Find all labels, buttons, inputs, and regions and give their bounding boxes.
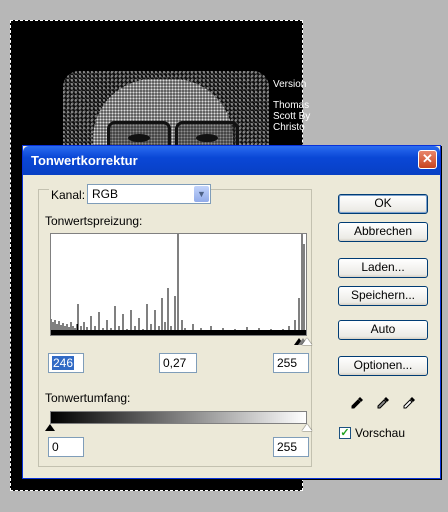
histogram-graph <box>50 234 306 335</box>
output-white-handle[interactable] <box>302 424 312 431</box>
channel-label: Kanal: <box>49 188 88 202</box>
input-levels-label: Tonwertspreizung: <box>45 214 143 228</box>
credits-text: Version Thomas Scott By Christo <box>273 79 310 133</box>
preview-label[interactable]: Vorschau <box>355 426 405 440</box>
gray-eyedropper-icon[interactable] <box>375 395 391 411</box>
auto-button[interactable]: Auto <box>338 320 428 340</box>
levels-dialog: Tonwertkorrektur ✕ Kanal: RGB ▼ Tonwerts… <box>22 145 441 479</box>
channel-select[interactable]: RGB ▼ <box>87 184 211 204</box>
credit-line: Version <box>273 79 307 90</box>
close-button[interactable]: ✕ <box>418 150 437 169</box>
options-button[interactable]: Optionen... <box>338 356 428 376</box>
credit-line: Thomas <box>273 100 310 111</box>
input-white-field[interactable]: 255 <box>273 353 309 373</box>
checkmark-icon: ✓ <box>340 427 350 439</box>
credit-line: Christo <box>273 122 305 133</box>
output-black-value: 0 <box>52 440 59 454</box>
credit-line: Scott By <box>273 111 311 122</box>
white-eyedropper-icon[interactable] <box>401 395 417 411</box>
ok-button[interactable]: OK <box>338 194 428 214</box>
input-white-point-handle[interactable] <box>302 338 312 345</box>
save-button[interactable]: Speichern... <box>338 286 428 306</box>
dialog-title: Tonwertkorrektur <box>31 153 138 168</box>
credit-line <box>273 90 310 100</box>
input-black-field[interactable]: 246 <box>48 353 84 373</box>
chevron-down-icon[interactable]: ▼ <box>194 186 209 202</box>
cancel-button[interactable]: Abbrechen <box>338 222 428 242</box>
close-icon: ✕ <box>422 151 433 166</box>
input-slider[interactable] <box>50 336 312 346</box>
output-black-field[interactable]: 0 <box>48 437 84 457</box>
output-white-value: 255 <box>277 440 298 454</box>
input-black-value: 246 <box>52 356 75 370</box>
black-eyedropper-icon[interactable] <box>349 395 365 411</box>
input-gamma-value: 0,27 <box>163 356 187 370</box>
output-gradient <box>50 411 307 424</box>
preview-checkbox[interactable]: ✓ <box>339 427 351 439</box>
output-levels-label: Tonwertumfang: <box>45 391 131 405</box>
dialog-titlebar[interactable]: Tonwertkorrektur ✕ <box>23 146 440 175</box>
input-gamma-field[interactable]: 0,27 <box>159 353 197 373</box>
histogram <box>50 233 307 336</box>
output-black-handle[interactable] <box>45 424 55 431</box>
output-white-field[interactable]: 255 <box>273 437 309 457</box>
load-button[interactable]: Laden... <box>338 258 428 278</box>
input-white-value: 255 <box>277 356 298 370</box>
channel-value: RGB <box>92 187 119 201</box>
